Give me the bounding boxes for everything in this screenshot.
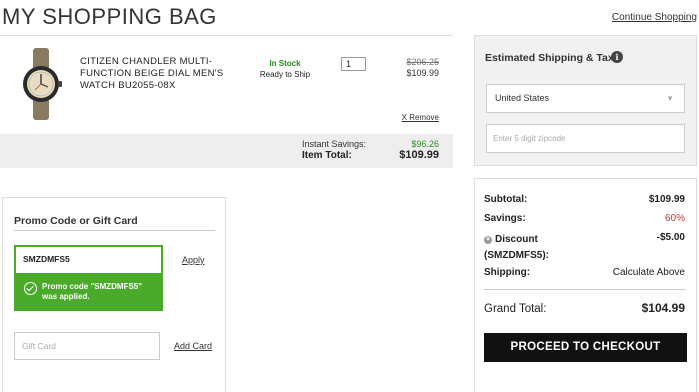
promo-title: Promo Code or Gift Card: [14, 215, 138, 227]
promo-code-input[interactable]: SMZDMFS5: [14, 245, 163, 273]
summary-divider: [484, 289, 686, 290]
apply-promo-link[interactable]: Apply: [182, 255, 205, 265]
savings-label: Savings:: [484, 213, 526, 224]
info-icon[interactable]: i: [611, 51, 623, 63]
add-card-link[interactable]: Add Card: [174, 341, 212, 351]
item-total-value: $109.99: [399, 149, 439, 161]
page-title: MY SHOPPING BAG: [2, 4, 217, 29]
check-circle-icon: [24, 282, 37, 295]
product-name[interactable]: CITIZEN CHANDLER MULTI-FUNCTION BEIGE DI…: [80, 56, 240, 92]
subtotal-label: Subtotal:: [484, 194, 528, 205]
discount-row-label: × Discount (SMZDMFS5):: [484, 232, 594, 264]
ready-to-ship-label: Ready to Ship: [259, 70, 311, 79]
continue-shopping-link[interactable]: Continue Shopping: [612, 12, 697, 23]
remove-item-link[interactable]: X Remove: [402, 113, 439, 122]
sale-price: $109.99: [406, 68, 439, 78]
shipping-estimate-panel: Estimated Shipping & Tax i United States…: [474, 35, 697, 166]
promo-success-message: Promo code "SMZDMFS5" was applied.: [14, 273, 163, 311]
instant-savings-label: Instant Savings:: [302, 139, 367, 149]
promo-code-panel: Promo Code or Gift Card SMZDMFS5 Apply P…: [2, 197, 226, 392]
cart-item-row: CITIZEN CHANDLER MULTI-FUNCTION BEIGE DI…: [0, 36, 453, 134]
discount-value: -$5.00: [656, 232, 685, 243]
stock-status: In Stock Ready to Ship: [252, 58, 318, 80]
order-summary-panel: Subtotal: $109.99 Savings: 60% × Discount…: [474, 178, 697, 392]
watch-product-image[interactable]: [18, 48, 64, 120]
zipcode-input[interactable]: Enter 5 digit zipcode: [486, 124, 685, 153]
instant-savings-value: $96.26: [411, 139, 439, 149]
grand-total-label: Grand Total:: [484, 303, 547, 315]
item-savings-bar: Instant Savings: $96.26 Item Total: $109…: [0, 134, 453, 168]
gift-card-input[interactable]: Gift Card: [14, 332, 160, 360]
country-selected-value: United States: [495, 93, 550, 103]
promo-divider: [14, 230, 215, 231]
item-total-label: Item Total:: [302, 150, 352, 161]
shipping-value: Calculate Above: [612, 267, 685, 278]
promo-success-text: Promo code "SMZDMFS5" was applied.: [42, 282, 143, 301]
country-select[interactable]: United States ▼: [486, 84, 685, 113]
cart-items-section: CITIZEN CHANDLER MULTI-FUNCTION BEIGE DI…: [0, 35, 453, 168]
proceed-to-checkout-button[interactable]: PROCEED TO CHECKOUT: [484, 333, 687, 362]
savings-value: 60%: [664, 213, 685, 224]
shipping-title: Estimated Shipping & Tax: [485, 52, 614, 64]
dropdown-arrow-icon: ▼: [666, 94, 674, 103]
shipping-label: Shipping:: [484, 267, 531, 278]
discount-label: Discount (SMZDMFS5):: [484, 234, 549, 261]
subtotal-value: $109.99: [648, 194, 685, 205]
in-stock-label: In Stock: [269, 59, 301, 68]
remove-discount-icon[interactable]: ×: [484, 236, 492, 244]
original-price: $206.25: [406, 57, 439, 67]
grand-total-value: $104.99: [641, 301, 685, 315]
quantity-input[interactable]: 1: [341, 57, 366, 71]
